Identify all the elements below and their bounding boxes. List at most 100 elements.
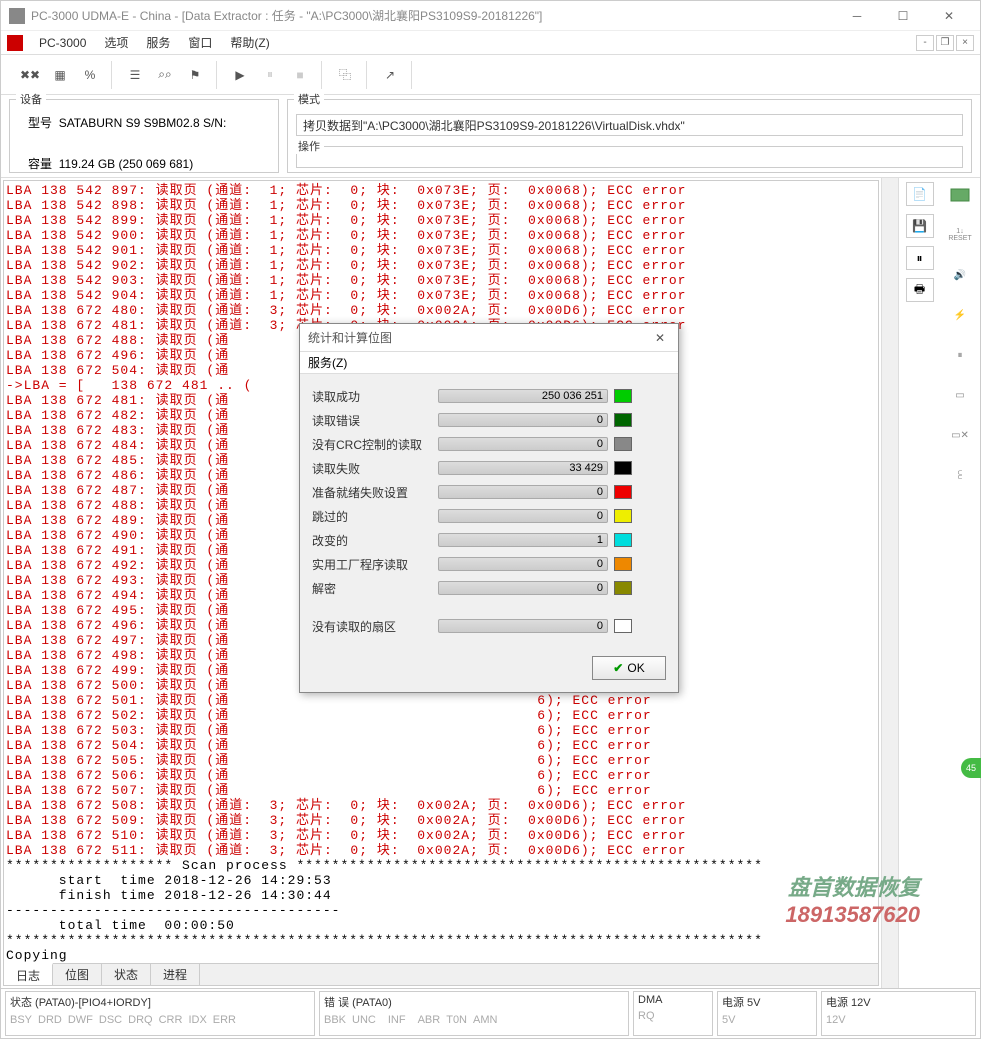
- minimize-button[interactable]: ─: [834, 1, 880, 31]
- chip2-icon[interactable]: ▭✕: [945, 422, 975, 448]
- tab-bitmap[interactable]: 位图: [53, 964, 102, 985]
- stat-row: 实用工厂程序读取 0: [312, 552, 666, 576]
- status-flag: INF: [388, 1014, 406, 1026]
- stat-value: 0: [597, 582, 603, 594]
- status-flag: BBK: [324, 1014, 346, 1026]
- new-file-icon[interactable]: 📄: [906, 182, 934, 206]
- stat-color-swatch: [614, 557, 632, 571]
- menu-service[interactable]: 服务: [138, 32, 178, 53]
- stat-color-swatch: [614, 461, 632, 475]
- check-icon: ✔: [613, 661, 623, 675]
- stat-label: 准备就绪失败设置: [312, 484, 432, 501]
- status-flag: ERR: [213, 1014, 236, 1026]
- stat-label: 改变的: [312, 532, 432, 549]
- stat-value: 250 036 251: [542, 390, 603, 402]
- mode-value: 拷贝数据到"A:\PC3000\湖北襄阳PS3109S9-20181226\Vi…: [296, 114, 963, 136]
- pause2-icon[interactable]: ⏸: [945, 342, 975, 368]
- status-pata: 状态 (PATA0)-[PIO4+IORDY] BSYDRDDWFDSCDRQC…: [5, 991, 315, 1036]
- speaker-icon[interactable]: 🔊: [945, 262, 975, 288]
- dialog-close-button[interactable]: ✕: [650, 331, 670, 345]
- reset-button[interactable]: 1↓RESET: [945, 222, 975, 248]
- status-flag: RQ: [638, 1010, 655, 1022]
- status-5v-header: 电源 5V: [722, 994, 812, 1010]
- stat-label: 读取错误: [312, 412, 432, 429]
- stat-label: 读取成功: [312, 388, 432, 405]
- status-error-header: 错 误 (PATA0): [324, 994, 624, 1010]
- stat-label: 解密: [312, 580, 432, 597]
- stat-bar: 0: [438, 413, 608, 427]
- status-flag: AMN: [473, 1014, 497, 1026]
- operation-label: 操作: [294, 138, 324, 154]
- stat-row: 解密 0: [312, 576, 666, 600]
- stat-bar: 0: [438, 509, 608, 523]
- menubar: PC-3000 选项 服务 窗口 帮助(Z) - ❐ ×: [1, 31, 980, 55]
- device-label: 设备: [16, 91, 46, 107]
- stat-value: 0: [597, 558, 603, 570]
- drive-icon[interactable]: [945, 182, 975, 208]
- vertical-scrollbar[interactable]: [881, 178, 898, 988]
- save-icon[interactable]: 💾: [906, 214, 934, 238]
- log-tabs: 日志 位图 状态 进程: [4, 963, 878, 985]
- status-pata-header: 状态 (PATA0)-[PIO4+IORDY]: [10, 994, 310, 1010]
- menu-window[interactable]: 窗口: [180, 32, 220, 53]
- mdi-minimize-button[interactable]: -: [916, 35, 934, 51]
- stat-value: 0: [597, 620, 603, 632]
- stat-row: 准备就绪失败设置0: [312, 480, 666, 504]
- tool-flag-icon[interactable]: ⚑: [182, 62, 208, 88]
- pause-icon[interactable]: ⏸: [906, 246, 934, 270]
- tool-settings-icon[interactable]: ✖✖: [17, 62, 43, 88]
- stat-row: 没有读取的扇区0: [312, 614, 666, 638]
- stat-color-swatch: [614, 509, 632, 523]
- stat-row: 读取失败33 429: [312, 456, 666, 480]
- stat-bar: 1: [438, 533, 608, 547]
- stat-color-swatch: [614, 485, 632, 499]
- status-power12v: 电源 12V 12V: [821, 991, 976, 1036]
- chip-icon[interactable]: ▭: [945, 382, 975, 408]
- play-button[interactable]: ▶: [227, 62, 253, 88]
- maximize-button[interactable]: ☐: [880, 1, 926, 31]
- status-dma-header: DMA: [638, 994, 708, 1006]
- status-flag: IDX: [188, 1014, 206, 1026]
- stats-dialog: 统计和计算位图 ✕ 服务(Z) 读取成功250 036 251读取错误0没有CR…: [299, 323, 679, 693]
- close-button[interactable]: ✕: [926, 1, 972, 31]
- status-12v-header: 电源 12V: [826, 994, 971, 1010]
- tool-percent-icon[interactable]: %: [77, 62, 103, 88]
- mdi-restore-button[interactable]: ❐: [936, 35, 954, 51]
- status-flag: BSY: [10, 1014, 32, 1026]
- pause-button[interactable]: ⏸: [257, 62, 283, 88]
- tab-status[interactable]: 状态: [102, 964, 151, 985]
- tool-search-icon[interactable]: ⌕⌕: [152, 62, 178, 88]
- tool-list-icon[interactable]: ☰: [122, 62, 148, 88]
- status-flag: DWF: [68, 1014, 93, 1026]
- menu-app[interactable]: PC-3000: [31, 34, 94, 52]
- stat-color-swatch: [614, 581, 632, 595]
- print-icon[interactable]: 🖶: [906, 278, 934, 302]
- stop-button[interactable]: ■: [287, 62, 313, 88]
- stat-bar: 0: [438, 581, 608, 595]
- stat-color-swatch: [614, 437, 632, 451]
- status-power5v: 电源 5V 5V: [717, 991, 817, 1036]
- plug-icon[interactable]: ⚡: [945, 302, 975, 328]
- right-toolbar: 📄 💾 ⏸ 🖶: [898, 178, 940, 988]
- stat-label: 实用工厂程序读取: [312, 556, 432, 573]
- ok-button[interactable]: ✔OK: [592, 656, 666, 680]
- side-badge[interactable]: 45: [961, 758, 981, 778]
- status-error: 错 误 (PATA0) BBKUNCINFABRT0NAMN: [319, 991, 629, 1036]
- dialog-menu-service[interactable]: 服务(Z): [308, 354, 347, 371]
- menu-options[interactable]: 选项: [96, 32, 136, 53]
- connector-icon[interactable]: ⫕: [945, 462, 975, 488]
- tool-exit-icon[interactable]: ↗: [377, 62, 403, 88]
- tool-disk-icon[interactable]: ▦: [47, 62, 73, 88]
- stat-color-swatch: [614, 619, 632, 633]
- tab-log[interactable]: 日志: [4, 963, 53, 985]
- tool-copy-icon[interactable]: ⿻: [332, 62, 358, 88]
- menu-help[interactable]: 帮助(Z): [222, 32, 277, 53]
- tab-process[interactable]: 进程: [151, 964, 200, 985]
- status-flag: 12V: [826, 1014, 846, 1026]
- stat-bar: 33 429: [438, 461, 608, 475]
- mdi-close-button[interactable]: ×: [956, 35, 974, 51]
- app-icon: [9, 8, 25, 24]
- window-title: PC-3000 UDMA-E - China - [Data Extractor…: [31, 7, 834, 24]
- stat-color-swatch: [614, 413, 632, 427]
- model-value: SATABURN S9 S9BM02.8 S/N:: [59, 116, 227, 130]
